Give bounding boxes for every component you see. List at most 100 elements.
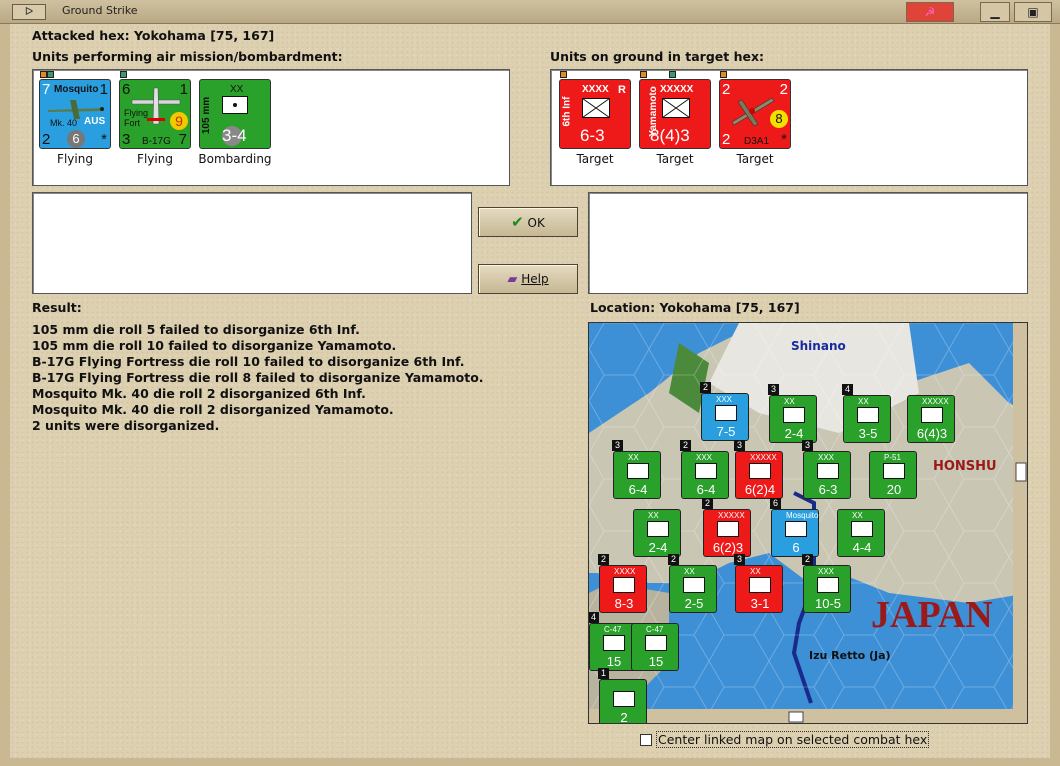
ground-units-label: Units on ground in target hex: — [550, 49, 765, 64]
map-counter[interactable]: XX 2-5 2 — [668, 554, 717, 613]
map-counter-size: XX — [784, 397, 795, 406]
unit-counter: 6 1 Flying Fort 9 B-17G 3 7 — [119, 79, 191, 149]
map-counter-size: XXX — [696, 453, 713, 462]
map-counter-size: C-47 — [604, 625, 622, 634]
counter-top-right: 1 — [99, 81, 108, 98]
map-counter[interactable]: XX 2-4 3 — [768, 384, 817, 443]
infantry-icon — [662, 98, 690, 118]
result-line: 2 units were disorganized. — [32, 418, 220, 433]
ground-unit-yamamoto[interactable]: XXXXX Yamamoto 8(4)3 Target — [639, 71, 711, 183]
unit-caption: Target — [576, 152, 614, 166]
air-unit-mosquito[interactable]: 7 Mosquito 1 Mk. 40 AUS 2 6 * Flying — [39, 71, 111, 183]
unit-counter: 7 Mosquito 1 Mk. 40 AUS 2 6 * — [39, 79, 111, 149]
map-counter[interactable]: XX 4-4 — [837, 509, 885, 557]
map-counter-size: XXX — [716, 395, 733, 404]
map-counter[interactable]: XXX 6-4 2 — [680, 440, 729, 499]
stack-count: 2 — [802, 554, 813, 565]
stack-count: 2 — [700, 382, 711, 393]
center-map-checkbox[interactable] — [640, 734, 652, 746]
attack-badge: 9 — [170, 112, 188, 130]
map-counter[interactable]: XX 6-4 3 — [612, 440, 661, 499]
result-line: 105 mm die roll 10 failed to disorganize… — [32, 338, 397, 353]
map-counter-value: 4-4 — [852, 540, 872, 555]
stack-count: 4 — [842, 384, 853, 395]
map-counter[interactable]: XXXXX 6(4)3 — [907, 395, 955, 443]
map-counter-symbol — [783, 407, 805, 423]
map-counter-symbol — [647, 521, 669, 537]
map-counter-value: 2-5 — [684, 596, 704, 611]
ground-units-panel: XXXX R 6th Inf 6-3 Target XXXXX Yamamoto — [550, 69, 1028, 186]
map-counter[interactable]: XX 3-1 3 — [734, 554, 783, 613]
close-icon[interactable]: ☭ — [906, 2, 954, 22]
map-counter-size: P-51 — [884, 453, 901, 462]
unit-counter: XXXXX Yamamoto 8(4)3 — [639, 79, 711, 149]
map-counter[interactable]: XXXXX 6(2)3 2 — [702, 498, 751, 557]
unit-size: XX — [230, 84, 244, 95]
minimize-button[interactable]: ▁ — [980, 2, 1010, 22]
ground-unit-6th-inf[interactable]: XXXX R 6th Inf 6-3 Target — [559, 71, 631, 183]
result-line: B-17G Flying Fortress die roll 8 failed … — [32, 370, 484, 385]
counter-bottom-right: 7 — [178, 131, 187, 148]
window-title: Ground Strike — [62, 4, 138, 17]
unit-size: XXXX — [582, 84, 609, 95]
air-unit-105mm[interactable]: XX 105 mm 3-4 Bombarding — [198, 79, 272, 183]
map-counter[interactable]: XXX 7-5 2 — [700, 382, 749, 441]
map-counter-value: 7-5 — [716, 424, 736, 439]
artillery-symbol — [222, 96, 248, 114]
nation-label: AUS — [84, 116, 106, 127]
map-counter-size: Mosquito — [786, 511, 819, 520]
map-counter[interactable]: XX 3-5 4 — [842, 384, 891, 443]
map-counter-symbol — [717, 521, 739, 537]
map-counter[interactable]: XXX 6-3 3 — [802, 440, 851, 499]
map-counter[interactable]: C-47 15 4 — [589, 612, 637, 671]
attack-badge: 8 — [770, 110, 788, 128]
map-counter-symbol — [817, 577, 839, 593]
unit-counter: 2 2 8 D3A1 2 * — [719, 79, 791, 149]
unit-strength: 8(4)3 — [650, 126, 690, 145]
map-counter-size: XXXXX — [718, 511, 745, 520]
result-line: Mosquito Mk. 40 die roll 2 disorganized … — [32, 402, 394, 417]
linked-map[interactable]: Shinano HONSHU JAPAN Izu Retto (Ja) XXX 7… — [588, 322, 1028, 724]
title-bar[interactable]: ᐅ Ground Strike ☭ ▁ ▣ — [0, 0, 1060, 24]
stack-count: 3 — [612, 440, 623, 451]
map-counter-symbol — [603, 635, 625, 651]
map-counter-size: XXXXX — [750, 453, 777, 462]
map-counter-value: 20 — [886, 482, 902, 497]
location-label: Location: Yokohama [75, 167] — [590, 300, 800, 315]
map-counter[interactable]: P-51 20 — [869, 451, 917, 499]
map-counter-symbol — [749, 463, 771, 479]
ground-unit-d3a1[interactable]: 2 2 8 D3A1 2 * Target — [719, 71, 791, 183]
map-counter-value: 3-1 — [750, 596, 770, 611]
ground-info-panel — [588, 192, 1028, 294]
map-counter[interactable]: XXX 10-5 2 — [802, 554, 851, 613]
help-button[interactable]: ▰ Help — [478, 264, 578, 294]
map-counter[interactable]: C-47 15 — [631, 623, 679, 671]
dive-bomber-icon — [731, 97, 775, 127]
map-label-shinano: Shinano — [791, 339, 846, 353]
map-counter[interactable]: 21 — [598, 668, 647, 723]
system-menu-icon[interactable]: ᐅ — [12, 4, 46, 20]
map-counter-size: XXX — [818, 453, 835, 462]
map-counter-size: XX — [852, 511, 863, 520]
ok-label: OK — [527, 216, 545, 230]
map-label-izu: Izu Retto (Ja) — [809, 649, 891, 662]
unit-corner: R — [618, 84, 626, 96]
map-counter-value: 15 — [648, 654, 664, 669]
map-counter-value: 6(2)3 — [712, 540, 744, 555]
center-map-label[interactable]: Center linked map on selected combat hex — [656, 731, 930, 748]
help-book-icon: ▰ — [507, 272, 518, 287]
stack-count: 3 — [734, 440, 745, 451]
restore-button[interactable]: ▣ — [1014, 2, 1052, 22]
air-unit-b17g[interactable]: 6 1 Flying Fort 9 B-17G 3 7 Flying — [119, 71, 191, 183]
counter-top-right: 2 — [779, 81, 788, 98]
unit-caption: Bombarding — [198, 152, 272, 166]
status-dot — [640, 71, 647, 78]
map-counter[interactable]: Mosquito 6 6 — [770, 498, 819, 557]
map-counter[interactable]: XXXX 8-3 2 — [598, 554, 647, 613]
map-counter-symbol — [817, 463, 839, 479]
result-line: Mosquito Mk. 40 die roll 2 disorganized … — [32, 386, 366, 401]
map-counter[interactable]: XXXXX 6(2)4 3 — [734, 440, 783, 499]
unit-caption: Flying — [57, 152, 93, 166]
ok-button[interactable]: ✔ OK — [478, 207, 578, 237]
map-counter[interactable]: XX 2-4 — [633, 509, 681, 557]
